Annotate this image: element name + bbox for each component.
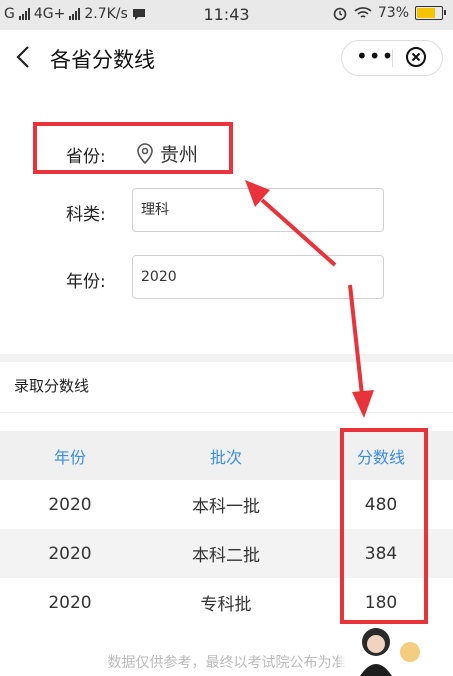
annotation-arrows <box>245 180 374 418</box>
watermark-avatar <box>340 626 426 676</box>
